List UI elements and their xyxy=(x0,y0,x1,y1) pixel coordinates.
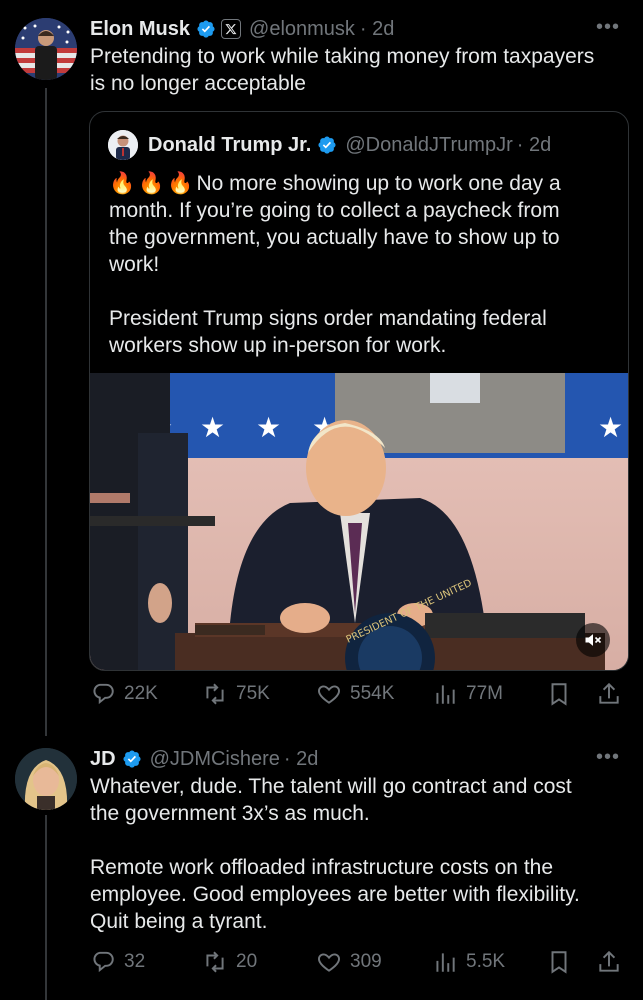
reply-author-name[interactable]: JD xyxy=(90,748,116,771)
bookmark-icon xyxy=(551,951,567,974)
quote-post-time[interactable]: · 2d xyxy=(517,134,551,157)
quote-text: 🔥🔥🔥No more showing up to work one day a … xyxy=(109,172,561,357)
reply-author-handle[interactable]: @JDMCishere xyxy=(150,748,280,771)
reply-button[interactable]: 32 xyxy=(90,947,145,977)
svg-text:★: ★ xyxy=(598,411,623,444)
svg-text:★: ★ xyxy=(200,411,225,444)
views-button[interactable]: 5.5K xyxy=(432,947,505,977)
like-button[interactable]: 309 xyxy=(316,947,382,977)
reply-text: Whatever, dude. The talent will go contr… xyxy=(90,775,580,933)
views-icon xyxy=(436,953,455,972)
reply-header: JD @JDMCishere · 2d xyxy=(90,745,318,773)
fire-emoji: 🔥🔥🔥 xyxy=(109,172,197,195)
more-options-icon[interactable]: ••• xyxy=(596,746,620,769)
bookmark-button[interactable] xyxy=(546,947,580,977)
quote-author-name[interactable]: Donald Trump Jr. xyxy=(148,134,311,157)
verified-badge-icon xyxy=(197,20,215,38)
mute-icon[interactable] xyxy=(576,623,610,657)
quote-header: Donald Trump Jr. @DonaldJTrumpJr · 2d xyxy=(148,131,551,159)
bookmark-icon xyxy=(551,683,567,706)
post-text: Pretending to work while taking money fr… xyxy=(90,45,595,95)
views-icon xyxy=(436,685,455,704)
post-time[interactable]: · 2d xyxy=(360,18,394,41)
share-icon xyxy=(599,950,619,972)
quoted-post-card[interactable]: Donald Trump Jr. @DonaldJTrumpJr · 2d 🔥🔥… xyxy=(89,111,629,671)
share-button[interactable] xyxy=(596,947,630,977)
reply-icon xyxy=(93,683,114,705)
video-frame: ★★★★★ PRESIDENT OF THE UNITED xyxy=(90,373,628,670)
quote-video[interactable]: ★★★★★ PRESIDENT OF THE UNITED xyxy=(90,373,628,670)
like-icon xyxy=(318,953,340,972)
reply-avatar[interactable] xyxy=(15,748,77,810)
share-button[interactable] xyxy=(596,679,630,709)
x-affiliate-icon xyxy=(221,19,242,39)
repost-button[interactable]: 20 xyxy=(202,947,257,977)
views-button[interactable]: 77M xyxy=(432,679,503,709)
quote-author-handle[interactable]: @DonaldJTrumpJr xyxy=(345,134,512,157)
post-header: Elon Musk @elonmusk · 2d xyxy=(90,15,394,43)
reply-icon xyxy=(93,951,114,973)
like-button[interactable]: 554K xyxy=(316,679,394,709)
verified-badge-icon xyxy=(318,136,336,154)
repost-icon xyxy=(206,951,224,973)
post-actions-bar: 22K 75K 554K 77M xyxy=(90,679,626,709)
reply-time[interactable]: · 2d xyxy=(284,748,318,771)
verified-badge-icon xyxy=(123,750,141,768)
avatar[interactable] xyxy=(15,18,77,80)
share-icon xyxy=(599,682,619,704)
svg-text:★: ★ xyxy=(256,411,281,444)
author-handle[interactable]: @elonmusk xyxy=(249,18,355,41)
more-options-icon[interactable]: ••• xyxy=(596,16,620,39)
reply-actions-bar: 32 20 309 5.5K xyxy=(90,947,626,977)
reply-button[interactable]: 22K xyxy=(90,679,158,709)
author-name[interactable]: Elon Musk xyxy=(90,18,190,41)
quote-avatar[interactable] xyxy=(108,130,138,160)
repost-button[interactable]: 75K xyxy=(202,679,270,709)
like-icon xyxy=(318,685,340,704)
thread-connector-line xyxy=(45,88,47,736)
repost-icon xyxy=(206,683,224,705)
bookmark-button[interactable] xyxy=(546,679,580,709)
thread-connector-line xyxy=(45,815,47,1000)
